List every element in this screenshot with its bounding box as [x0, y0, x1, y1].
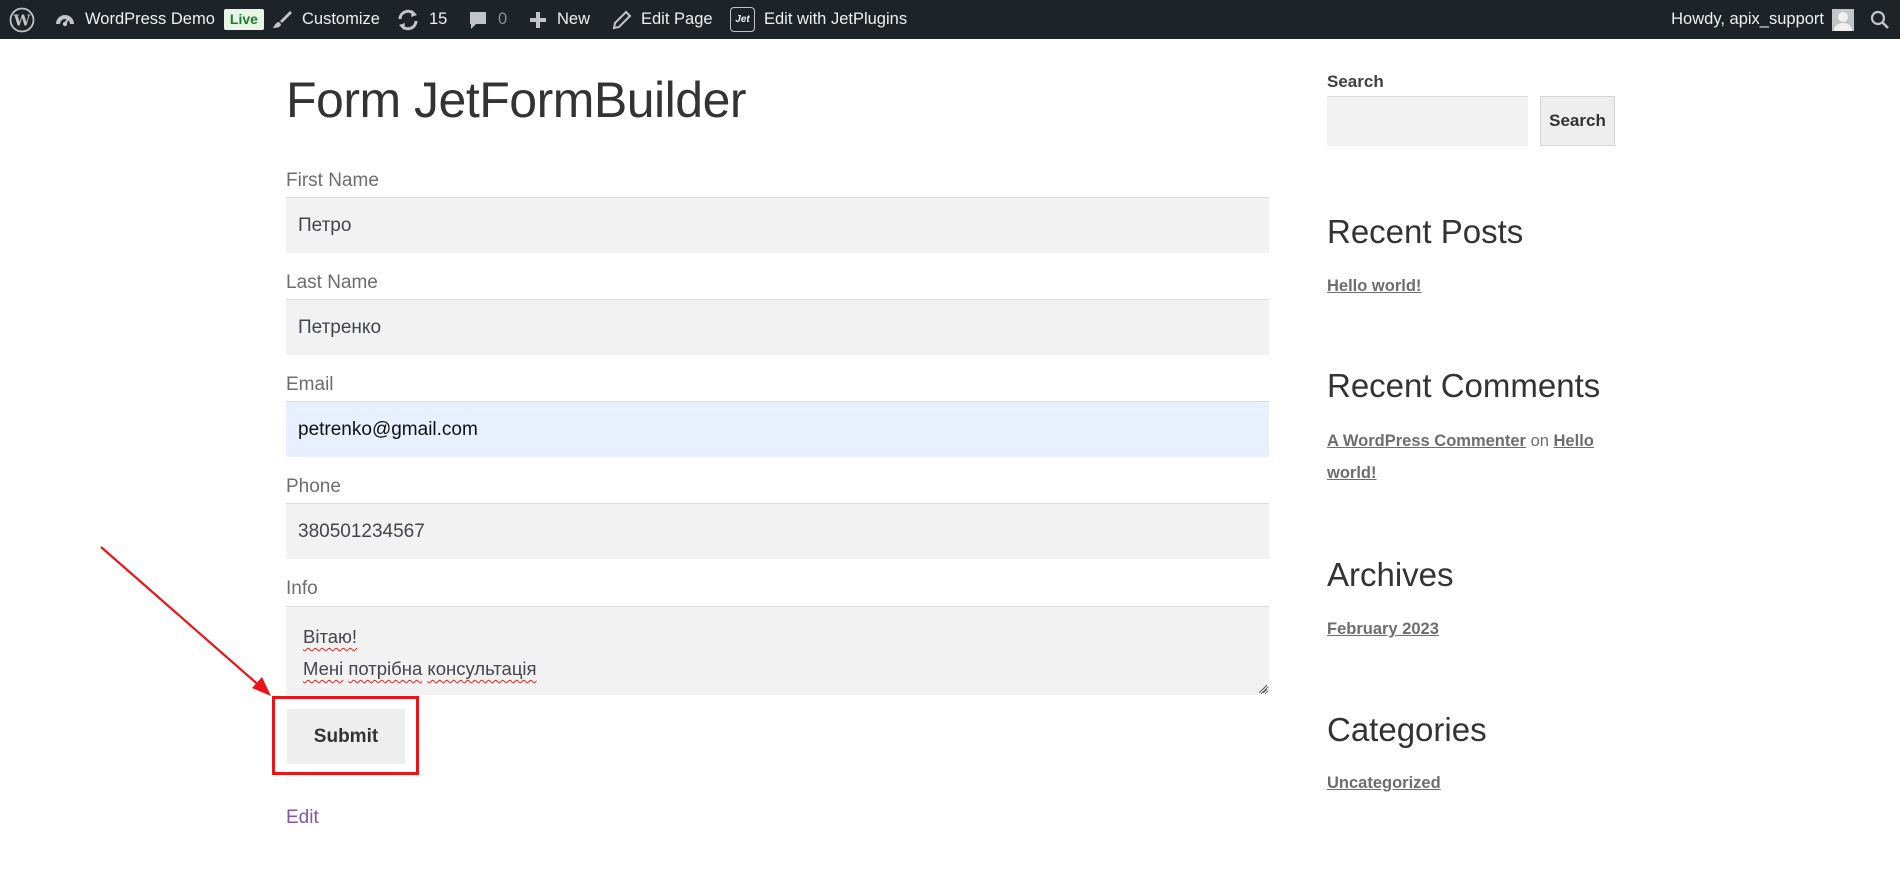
info-line-1: Вітаю! [303, 621, 1252, 653]
edit-page-label: Edit Page [641, 10, 713, 28]
page-title: Form JetFormBuilder [286, 72, 747, 128]
category-link[interactable]: Uncategorized [1327, 767, 1441, 799]
updates-icon [396, 9, 420, 31]
annotation-highlight-box [272, 696, 419, 775]
archives-title: Archives [1327, 556, 1454, 593]
info-line-1-text: Вітаю! [303, 626, 358, 647]
jetplugins-icon: Jet [730, 7, 755, 32]
search-widget-title: Search [1327, 72, 1384, 91]
edit-with-jetplugins-label: Edit with JetPlugins [764, 10, 908, 28]
search-icon [1870, 10, 1890, 30]
site-name-menu[interactable]: WordPress Demo Live [54, 0, 264, 39]
textarea-resize-grip-icon[interactable] [1259, 685, 1267, 693]
info-line-2-word-1: Мені [303, 658, 344, 679]
live-badge: Live [223, 9, 264, 30]
last-name-label: Last Name [286, 272, 378, 293]
wordpress-logo-menu[interactable]: W [9, 0, 35, 39]
last-name-input[interactable] [286, 299, 1269, 355]
comment-bubble-icon [467, 9, 489, 31]
customize-link[interactable]: Customize [271, 0, 380, 39]
customize-label: Customize [302, 10, 380, 28]
plus-icon [528, 10, 548, 30]
paintbrush-icon [271, 9, 293, 31]
edit-page-link[interactable]: Edit Page [612, 0, 713, 39]
email-label: Email [286, 374, 334, 395]
dashboard-icon [54, 9, 76, 31]
edit-with-jetplugins-link[interactable]: Jet Edit with JetPlugins [730, 0, 907, 39]
recent-comments-title: Recent Comments [1327, 367, 1601, 404]
info-label: Info [286, 578, 318, 599]
updates-count: 15 [429, 10, 448, 28]
info-line-2-word-3: консультація [427, 658, 537, 679]
comments-count: 0 [498, 10, 508, 28]
admin-bar: W WordPress Demo Live Customize 15 0 New [0, 0, 1900, 39]
search-button[interactable]: Search [1540, 96, 1615, 146]
phone-label: Phone [286, 476, 341, 497]
recent-posts-title: Recent Posts [1327, 213, 1524, 250]
comments-link[interactable]: 0 [467, 0, 507, 39]
comment-author-link[interactable]: A WordPress Commenter [1327, 432, 1526, 450]
recent-comment-item: A WordPress Commenter on Hello world! [1327, 425, 1597, 489]
avatar [1832, 8, 1854, 31]
admin-search-button[interactable] [1870, 0, 1890, 39]
phone-input[interactable] [286, 503, 1269, 559]
comment-on-text: on [1530, 432, 1549, 450]
new-label: New [557, 10, 591, 28]
archive-link[interactable]: February 2023 [1327, 613, 1439, 645]
site-name: WordPress Demo [85, 10, 215, 28]
svg-text:W: W [13, 11, 32, 29]
howdy-label: Howdy, apix_support [1671, 10, 1824, 28]
my-account-menu[interactable]: Howdy, apix_support [1671, 0, 1854, 39]
updates-link[interactable]: 15 [396, 0, 447, 39]
search-input[interactable] [1327, 96, 1528, 146]
new-content-menu[interactable]: New [528, 0, 590, 39]
pencil-icon [612, 10, 632, 30]
info-line-2-word-2: потрібна [348, 658, 423, 679]
wordpress-logo-icon: W [9, 7, 35, 33]
first-name-label: First Name [286, 170, 379, 191]
email-input[interactable] [286, 401, 1269, 457]
edit-link[interactable]: Edit [286, 807, 319, 829]
categories-title: Categories [1327, 711, 1487, 748]
first-name-input[interactable] [286, 197, 1269, 253]
info-textarea[interactable]: Вітаю! Мені потрібна консультація [286, 606, 1269, 695]
info-line-2: Мені потрібна консультація [303, 653, 1252, 685]
recent-post-link[interactable]: Hello world! [1327, 270, 1421, 302]
